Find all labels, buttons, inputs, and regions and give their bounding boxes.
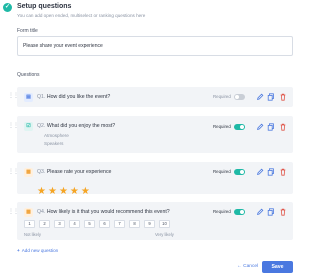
star-icon[interactable]: ★ — [48, 187, 57, 197]
question-card-1[interactable]: ▤ Q1. How did you like the event? Requir… — [17, 87, 293, 107]
question-text: Q4. How likely is it that you would reco… — [37, 209, 170, 215]
scale-option[interactable]: 4 — [69, 220, 80, 228]
scale-option[interactable]: 8 — [129, 220, 140, 228]
scale-option[interactable]: 9 — [144, 220, 155, 228]
form-title-input[interactable]: Please share your event experience — [17, 36, 293, 56]
edit-icon[interactable] — [256, 208, 264, 216]
scale-option[interactable]: 3 — [54, 220, 65, 228]
delete-icon[interactable] — [279, 168, 287, 176]
duplicate-icon[interactable] — [267, 93, 275, 101]
required-label: Required — [213, 124, 231, 129]
required-label: Required — [213, 169, 231, 174]
delete-icon[interactable] — [279, 93, 287, 101]
add-question-link[interactable]: + Add new question — [17, 248, 58, 253]
option-item: Speakers — [44, 141, 64, 146]
star-icon[interactable]: ★ — [59, 187, 68, 197]
questions-label: Questions — [17, 72, 40, 78]
check-circle-icon: ✓ — [3, 3, 12, 12]
scale-max-label: Very likely — [155, 232, 174, 237]
section-title: Setup questions — [17, 3, 72, 10]
scale-option[interactable]: 6 — [99, 220, 110, 228]
scale-icon: ▩ — [24, 208, 33, 217]
required-label: Required — [213, 94, 231, 99]
required-toggle[interactable] — [234, 169, 245, 175]
edit-icon[interactable] — [256, 93, 264, 101]
star-icon[interactable]: ★ — [37, 187, 46, 197]
edit-icon[interactable] — [256, 123, 264, 131]
option-item: Atmosphere — [44, 133, 69, 138]
duplicate-icon[interactable] — [267, 123, 275, 131]
chat-icon: ▤ — [24, 93, 33, 102]
section-header: ✓ Setup questions You can add open ended… — [0, 0, 300, 24]
delete-icon[interactable] — [279, 208, 287, 216]
required-toggle[interactable] — [234, 94, 245, 100]
save-button[interactable]: Save — [262, 261, 293, 273]
question-card-4[interactable]: ▩ Q4. How likely is it that you would re… — [17, 202, 293, 240]
scale-option[interactable]: 1 — [24, 220, 35, 228]
back-arrow-icon: ← — [237, 264, 242, 269]
section-subtitle: You can add open ended, multiselect or r… — [17, 13, 146, 18]
question-text: Q1. How did you like the event? — [37, 94, 111, 100]
question-text: Q3. Please rate your experience — [37, 169, 112, 175]
checkbox-list-icon: ☑ — [24, 122, 33, 131]
scale-option[interactable]: 10 — [159, 220, 170, 228]
delete-icon[interactable] — [279, 123, 287, 131]
required-toggle[interactable] — [234, 124, 245, 130]
question-text: Q2. What did you enjoy the most? — [37, 123, 116, 129]
scale-option[interactable]: 5 — [84, 220, 95, 228]
star-icon[interactable]: ★ — [70, 187, 79, 197]
cancel-button[interactable]: ← Cancel — [237, 264, 258, 269]
duplicate-icon[interactable] — [267, 208, 275, 216]
form-title-label: Form title — [17, 28, 38, 34]
duplicate-icon[interactable] — [267, 168, 275, 176]
rating-icon: ▩ — [24, 168, 33, 177]
required-label: Required — [213, 209, 231, 214]
star-rating[interactable]: ★ ★ ★ ★ ★ — [37, 181, 92, 197]
question-card-3[interactable]: ▩ Q3. Please rate your experience ★ ★ ★ ★ ★ … — [17, 162, 293, 197]
edit-icon[interactable] — [256, 168, 264, 176]
star-icon[interactable]: ★ — [81, 187, 90, 197]
question-card-2[interactable]: ☑ Q2. What did you enjoy the most? Atmos… — [17, 116, 293, 153]
scale-option[interactable]: 2 — [39, 220, 50, 228]
required-toggle[interactable] — [234, 209, 245, 215]
plus-icon: + — [17, 248, 20, 253]
scale-option[interactable]: 7 — [114, 220, 125, 228]
scale-min-label: Not likely — [24, 232, 41, 237]
